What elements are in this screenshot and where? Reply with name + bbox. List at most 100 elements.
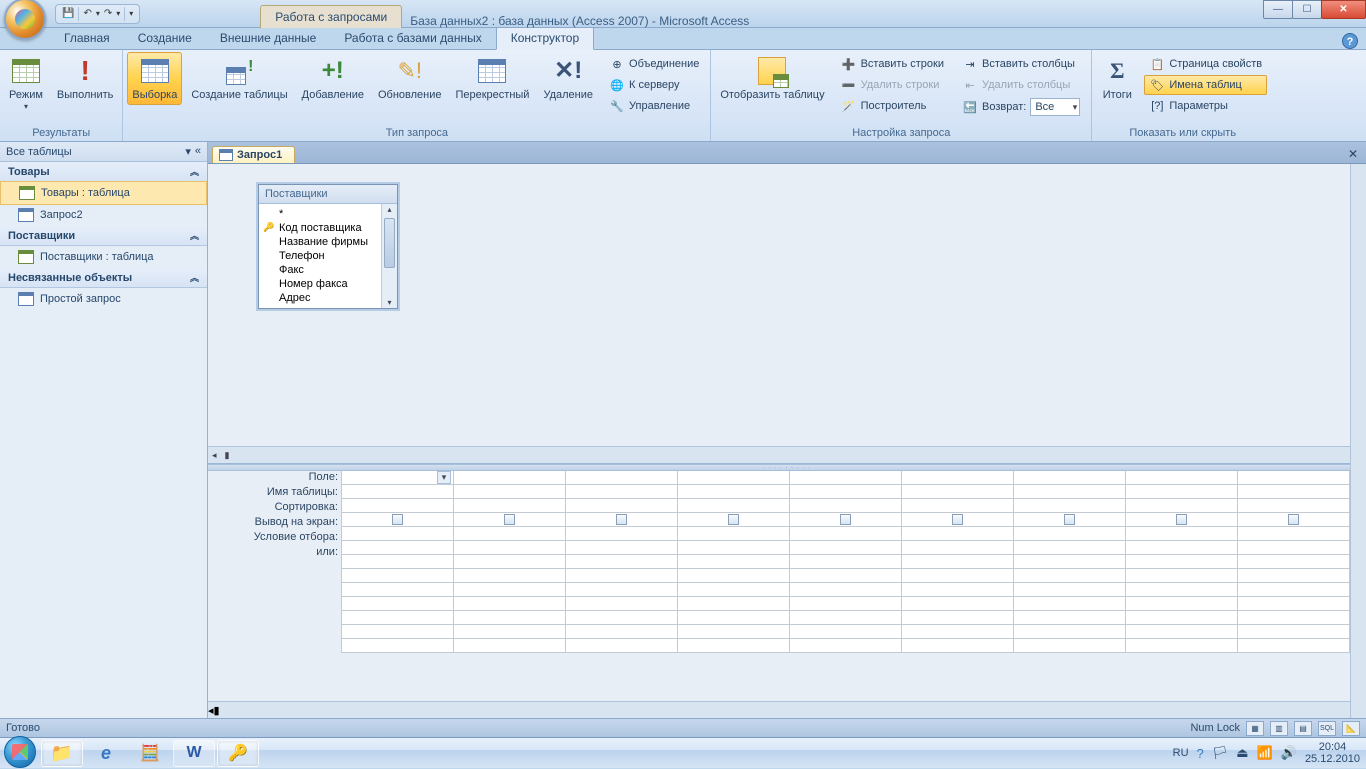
- grid-cell[interactable]: [1125, 568, 1238, 583]
- grid-cell[interactable]: [1013, 624, 1126, 639]
- grid-cell[interactable]: [1125, 526, 1238, 541]
- grid-cell[interactable]: [1237, 471, 1350, 485]
- volume-icon[interactable]: 🔊: [1281, 745, 1297, 761]
- maketable-button[interactable]: !Создание таблицы: [186, 52, 292, 105]
- chevron-down-icon[interactable]: ▾: [185, 145, 191, 158]
- undo-icon[interactable]: ↶: [83, 8, 91, 19]
- grid-cell[interactable]: [1013, 582, 1126, 597]
- taskbar-explorer[interactable]: 📁: [41, 740, 83, 767]
- splitter[interactable]: · · · · · · · · ·: [208, 464, 1366, 471]
- grid-cell[interactable]: [1237, 512, 1350, 527]
- grid-cell[interactable]: [1013, 540, 1126, 555]
- grid-cell[interactable]: [1237, 498, 1350, 513]
- grid-cell[interactable]: [677, 498, 790, 513]
- union-button[interactable]: ⊕Объединение: [604, 54, 704, 74]
- select-query-button[interactable]: Выборка: [127, 52, 182, 105]
- grid-cell[interactable]: [1125, 484, 1238, 499]
- insert-cols-button[interactable]: ⇥Вставить столбцы: [957, 54, 1085, 74]
- field-list-item[interactable]: Телефон: [263, 249, 393, 263]
- grid-cell[interactable]: [565, 526, 678, 541]
- grid-cell[interactable]: [1237, 582, 1350, 597]
- grid-cell[interactable]: [901, 471, 1014, 485]
- tab-home[interactable]: Главная: [50, 27, 124, 49]
- grid-cell[interactable]: [677, 624, 790, 639]
- checkbox[interactable]: [952, 514, 963, 525]
- grid-cell[interactable]: [677, 484, 790, 499]
- grid-cell[interactable]: [1125, 610, 1238, 625]
- grid-cell[interactable]: [341, 540, 454, 555]
- grid-cell[interactable]: [677, 526, 790, 541]
- grid-cell[interactable]: [1237, 526, 1350, 541]
- maximize-button[interactable]: ☐: [1292, 0, 1322, 19]
- grid-cell[interactable]: [789, 596, 902, 611]
- redo-icon[interactable]: ↷: [104, 8, 112, 19]
- grid-cell[interactable]: [789, 540, 902, 555]
- checkbox[interactable]: [1176, 514, 1187, 525]
- show-table-button[interactable]: Отобразить таблицу: [715, 52, 829, 105]
- grid-cell[interactable]: [1237, 540, 1350, 555]
- grid-cell[interactable]: [901, 624, 1014, 639]
- grid-cell[interactable]: [341, 624, 454, 639]
- grid-cell[interactable]: [901, 568, 1014, 583]
- grid-cell[interactable]: [1237, 624, 1350, 639]
- grid-cell[interactable]: [565, 512, 678, 527]
- delete-rows-button[interactable]: ➖Удалить строки: [836, 75, 949, 95]
- grid-cell[interactable]: [1237, 554, 1350, 569]
- grid-cell[interactable]: [341, 498, 454, 513]
- eject-icon[interactable]: ⏏: [1236, 745, 1248, 761]
- grid-cell[interactable]: [1013, 471, 1126, 485]
- grid-cell[interactable]: [677, 596, 790, 611]
- grid-column[interactable]: [1126, 471, 1238, 701]
- grid-cell[interactable]: [677, 540, 790, 555]
- view-button[interactable]: Режим▾: [4, 52, 48, 115]
- totals-button[interactable]: ΣИтоги: [1096, 52, 1138, 105]
- grid-cell[interactable]: [901, 638, 1014, 653]
- grid-cell[interactable]: [341, 610, 454, 625]
- passthrough-button[interactable]: 🌐К серверу: [604, 75, 704, 95]
- grid-cell[interactable]: [1013, 596, 1126, 611]
- checkbox[interactable]: [728, 514, 739, 525]
- run-button[interactable]: ! Выполнить: [52, 52, 118, 105]
- grid-cell[interactable]: [789, 498, 902, 513]
- network-icon[interactable]: 📶: [1257, 745, 1273, 761]
- checkbox[interactable]: [616, 514, 627, 525]
- grid-cell[interactable]: [1125, 471, 1238, 485]
- view-design-icon[interactable]: 📐: [1342, 721, 1360, 736]
- checkbox[interactable]: [504, 514, 515, 525]
- grid-cell[interactable]: [901, 540, 1014, 555]
- crosstab-button[interactable]: Перекрестный: [450, 52, 534, 105]
- query-design-upper[interactable]: Поставщики *Код поставщикаНазвание фирмы…: [208, 164, 1366, 464]
- grid-cell[interactable]: [789, 526, 902, 541]
- nav-item[interactable]: Простой запрос: [0, 288, 207, 310]
- grid-cell[interactable]: [677, 638, 790, 653]
- nav-group-header[interactable]: Несвязанные объекты︽: [0, 268, 207, 288]
- close-button[interactable]: ✕: [1321, 0, 1366, 19]
- grid-column[interactable]: [454, 471, 566, 701]
- grid-cell[interactable]: [677, 568, 790, 583]
- view-sql-icon[interactable]: SQL: [1318, 721, 1336, 736]
- field-list-item[interactable]: Факс: [263, 263, 393, 277]
- grid-column[interactable]: [678, 471, 790, 701]
- grid-cell[interactable]: [1237, 638, 1350, 653]
- grid-cell[interactable]: [1125, 540, 1238, 555]
- return-combo[interactable]: 🔙Возврат:Все: [957, 96, 1085, 118]
- grid-cell[interactable]: [1237, 484, 1350, 499]
- doc-close-button[interactable]: ✕: [1340, 145, 1366, 163]
- grid-cell[interactable]: [565, 624, 678, 639]
- grid-column[interactable]: [342, 471, 454, 701]
- view-pivot-icon[interactable]: ▥: [1270, 721, 1288, 736]
- nav-group-header[interactable]: Поставщики︽: [0, 226, 207, 246]
- grid-cell[interactable]: [453, 554, 566, 569]
- grid-cell[interactable]: [565, 471, 678, 485]
- grid-cell[interactable]: [565, 484, 678, 499]
- grid-cell[interactable]: [1125, 498, 1238, 513]
- grid-cell[interactable]: [789, 624, 902, 639]
- grid-cell[interactable]: [565, 498, 678, 513]
- grid-cell[interactable]: [789, 582, 902, 597]
- start-button[interactable]: [0, 738, 40, 769]
- grid-column[interactable]: [902, 471, 1014, 701]
- grid-cell[interactable]: [1125, 582, 1238, 597]
- grid-cell[interactable]: [901, 526, 1014, 541]
- save-icon[interactable]: 💾: [62, 8, 74, 19]
- datadef-button[interactable]: 🔧Управление: [604, 96, 704, 116]
